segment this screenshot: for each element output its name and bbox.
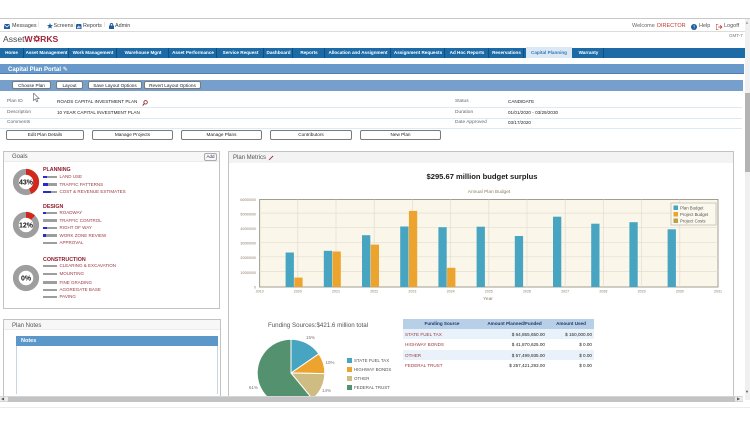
svg-text:2028: 2028 (599, 290, 607, 294)
svg-text:2025: 2025 (485, 290, 493, 294)
svg-text:Year: Year (483, 296, 493, 302)
svg-text:2023: 2023 (408, 290, 416, 294)
svg-text:20000000: 20000000 (240, 256, 256, 260)
svg-text:2022: 2022 (370, 290, 378, 294)
svg-text:12%: 12% (18, 222, 33, 229)
svg-text:2020: 2020 (294, 290, 302, 294)
svg-text:2030: 2030 (676, 290, 684, 294)
svg-text:2027: 2027 (561, 290, 569, 294)
svg-text:2029: 2029 (638, 290, 646, 294)
svg-text:40000000: 40000000 (240, 227, 256, 231)
svg-text:2019: 2019 (256, 290, 264, 294)
svg-text:60000000: 60000000 (240, 198, 256, 202)
svg-text:50000000: 50000000 (240, 213, 256, 217)
svg-text:Project Costs: Project Costs (680, 219, 706, 224)
svg-text:2024: 2024 (447, 290, 455, 294)
svg-text:43%: 43% (18, 179, 33, 186)
svg-text:2021: 2021 (332, 290, 340, 294)
svg-text:2031: 2031 (714, 290, 722, 294)
svg-text:0%: 0% (20, 276, 31, 283)
svg-text:10000000: 10000000 (240, 271, 256, 275)
svg-text:30000000: 30000000 (240, 242, 256, 246)
svg-text:Plan Budget: Plan Budget (680, 206, 704, 211)
svg-text:2026: 2026 (523, 290, 531, 294)
svg-text:Project Budget: Project Budget (680, 212, 709, 217)
